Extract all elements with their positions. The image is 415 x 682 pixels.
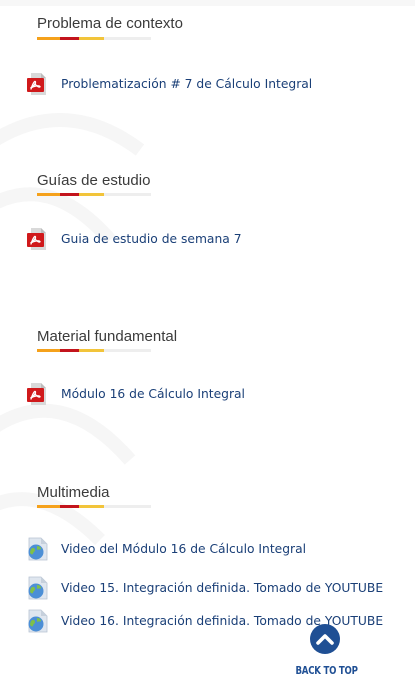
section-underline xyxy=(37,349,151,353)
web-link-icon xyxy=(28,609,48,633)
resource-link-label: Video 15. Integración definida. Tomado d… xyxy=(61,581,384,595)
resource-link-label: Guia de estudio de semana 7 xyxy=(61,232,242,246)
section-underline xyxy=(37,193,151,197)
resource-link-label: Video del Módulo 16 de Cálculo Integral xyxy=(61,542,307,556)
back-to-top-label: BACK TO TOP xyxy=(295,665,358,677)
resource-link-label: Módulo 16 de Cálculo Integral xyxy=(61,387,245,401)
pdf-icon xyxy=(27,383,46,405)
resource-link-guia-de-estudio[interactable]: Guia de estudio de semana 7 xyxy=(26,228,242,250)
pdf-icon xyxy=(27,228,46,250)
pdf-icon xyxy=(27,73,46,95)
section-title-problema-de-contexto: Problema de contexto xyxy=(37,15,183,32)
resource-link-problematizacion[interactable]: Problematización # 7 de Cálculo Integral xyxy=(26,73,313,95)
chevron-up-icon xyxy=(310,624,340,654)
web-link-icon xyxy=(28,537,48,561)
section-title-guias-de-estudio: Guías de estudio xyxy=(37,172,151,189)
resource-link-video-15[interactable]: Video 15. Integración definida. Tomado d… xyxy=(26,576,384,600)
resource-link-video-modulo-16[interactable]: Video del Módulo 16 de Cálculo Integral xyxy=(26,537,307,561)
section-title-multimedia: Multimedia xyxy=(37,484,110,501)
back-to-top-button[interactable]: BACK TO TOP xyxy=(289,624,361,677)
section-title-material-fundamental: Material fundamental xyxy=(37,328,178,345)
section-underline xyxy=(37,37,151,41)
resource-link-modulo-16[interactable]: Módulo 16 de Cálculo Integral xyxy=(26,383,245,405)
web-link-icon xyxy=(28,576,48,600)
resource-link-label: Problematización # 7 de Cálculo Integral xyxy=(61,77,313,91)
course-content: Problema de contexto Problematización # … xyxy=(0,0,415,682)
section-underline xyxy=(37,505,151,509)
